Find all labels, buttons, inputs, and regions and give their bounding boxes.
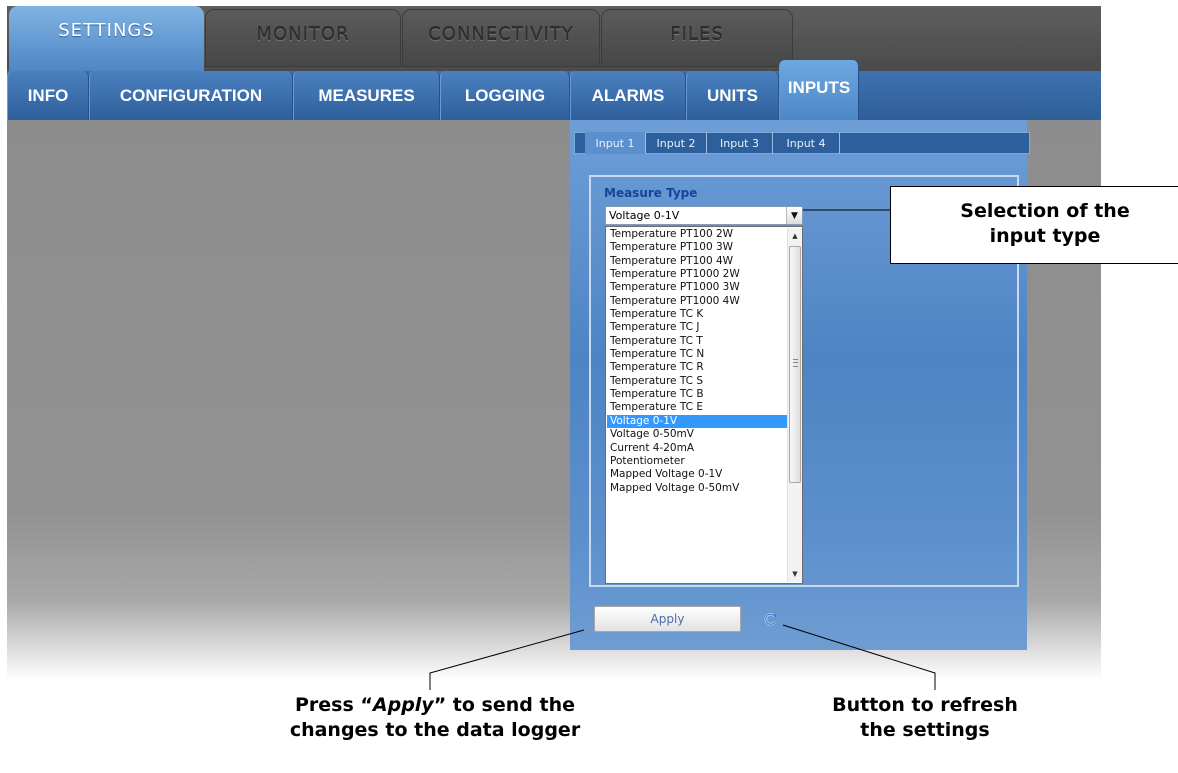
dropdown-option[interactable]: Temperature PT100 2W <box>607 228 787 241</box>
tab-input-4[interactable]: Input 4 <box>773 132 840 154</box>
dropdown-option[interactable]: Temperature PT100 4W <box>607 255 787 268</box>
tab-connectivity[interactable]: CONNECTIVITY <box>402 9 600 67</box>
tab-inputs[interactable]: INPUTS <box>779 60 859 120</box>
measure-type-dropdown[interactable]: Temperature PT100 2W Temperature PT100 3W… <box>605 226 803 584</box>
dropdown-option[interactable]: Temperature PT1000 4W <box>607 295 787 308</box>
tab-files[interactable]: FILES <box>601 9 793 67</box>
dropdown-option[interactable]: Temperature TC N <box>607 348 787 361</box>
apply-button[interactable]: Apply <box>594 606 741 632</box>
dropdown-option[interactable]: Temperature TC S <box>607 375 787 388</box>
dropdown-option[interactable]: Current 4-20mA <box>607 442 787 455</box>
dropdown-option[interactable]: Potentiometer <box>607 455 787 468</box>
tab-info[interactable]: INFO <box>7 71 89 120</box>
chevron-down-icon[interactable]: ▼ <box>786 207 802 224</box>
callout-input-type-text: Selection of the input type <box>891 199 1178 249</box>
triangle-up-icon[interactable]: ▲ <box>788 229 802 243</box>
tab-alarms[interactable]: ALARMS <box>570 71 686 120</box>
dropdown-option[interactable]: Temperature TC K <box>607 308 787 321</box>
grip-icon <box>793 359 798 367</box>
dropdown-option[interactable]: Voltage 0-50mV <box>607 428 787 441</box>
dropdown-option[interactable]: Temperature TC J <box>607 321 787 334</box>
option-list: Temperature PT100 2W Temperature PT100 3W… <box>607 228 787 495</box>
dropdown-option[interactable]: Mapped Voltage 0-50mV <box>607 482 787 495</box>
measure-type-value: Voltage 0-1V <box>609 209 680 222</box>
callout-line: the settings <box>860 719 990 741</box>
tab-monitor[interactable]: MONITOR <box>205 9 401 67</box>
dropdown-scrollbar[interactable]: ▲ ▼ <box>787 228 802 582</box>
dropdown-option[interactable]: Mapped Voltage 0-1V <box>607 468 787 481</box>
tab-settings[interactable]: SETTINGS <box>9 6 204 72</box>
callout-line: changes to the data logger <box>289 719 581 741</box>
tab-configuration[interactable]: CONFIGURATION <box>89 71 293 120</box>
main-tab-bar: SETTINGS MONITOR CONNECTIVITY FILES <box>7 6 1101 72</box>
refresh-icon[interactable] <box>764 612 778 626</box>
dropdown-option[interactable]: Voltage 0-1V <box>607 414 787 429</box>
dropdown-option[interactable]: Temperature TC E <box>607 401 787 414</box>
callout-apply: Press “Apply” to send the changes to the… <box>225 693 645 743</box>
tab-logging[interactable]: LOGGING <box>440 71 570 120</box>
triangle-down-icon[interactable]: ▼ <box>788 567 802 581</box>
callout-line: Selection of the <box>960 200 1130 222</box>
measure-type-select[interactable]: Voltage 0-1V <box>605 206 803 225</box>
callout-emphasis: Apply <box>372 694 434 716</box>
callout-text-part: Press “ <box>294 694 373 716</box>
tab-input-3[interactable]: Input 3 <box>707 132 773 154</box>
measure-type-label: Measure Type <box>604 186 698 200</box>
dropdown-option[interactable]: Temperature PT1000 3W <box>607 281 787 294</box>
callout-input-type: Selection of the input type <box>890 186 1178 264</box>
callout-text-part: ” to send the <box>433 694 575 716</box>
dropdown-option[interactable]: Temperature TC T <box>607 335 787 348</box>
callout-line: Press “Apply” to send the <box>225 693 645 718</box>
scrollbar-thumb[interactable] <box>789 246 801 483</box>
dropdown-option[interactable]: Temperature TC B <box>607 388 787 401</box>
callout-line: input type <box>989 225 1101 247</box>
tab-measures[interactable]: MEASURES <box>293 71 440 120</box>
tab-input-1[interactable]: Input 1 <box>585 132 646 154</box>
tab-input-2[interactable]: Input 2 <box>646 132 707 154</box>
callout-refresh: Button to refresh the settings <box>800 693 1050 743</box>
dropdown-option[interactable]: Temperature PT100 3W <box>607 241 787 254</box>
dropdown-option[interactable]: Temperature TC R <box>607 361 787 374</box>
callout-line: Button to refresh <box>832 694 1018 716</box>
tab-units[interactable]: UNITS <box>686 71 779 120</box>
dropdown-option[interactable]: Temperature PT1000 2W <box>607 268 787 281</box>
